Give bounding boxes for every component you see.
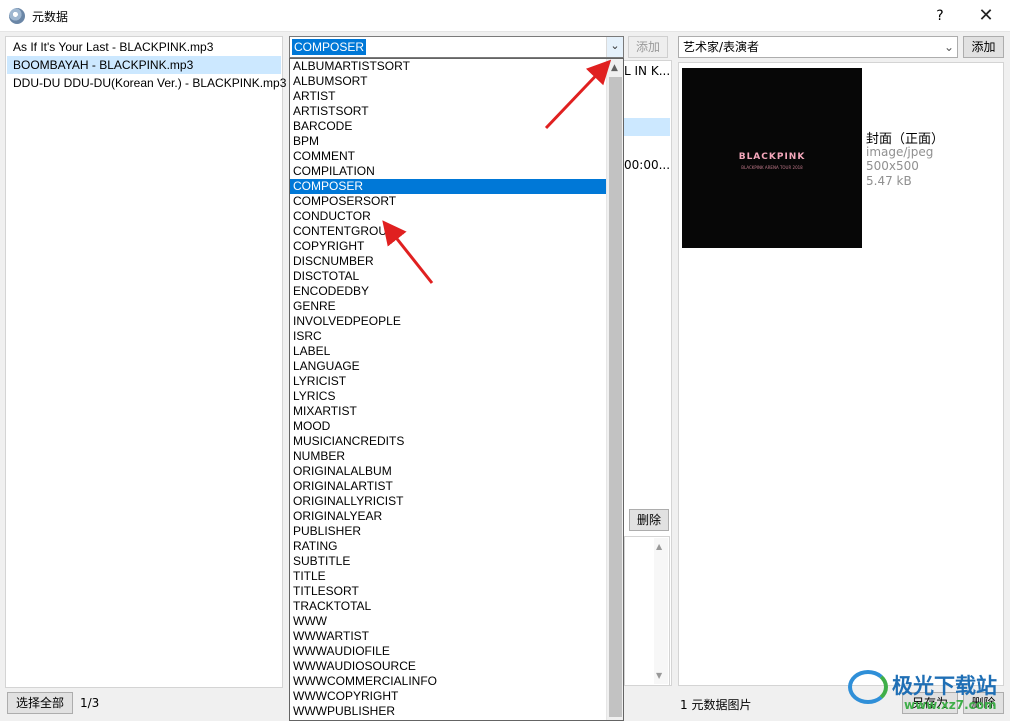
dropdown-option-encodedby[interactable]: ENCODEDBY [290, 284, 607, 299]
dropdown-option-wwwcommercialinfo[interactable]: WWWCOMMERCIALINFO [290, 674, 607, 689]
select-all-button[interactable]: 选择全部 [7, 692, 73, 714]
dropdown-option-disctotal[interactable]: DISCTOTAL [290, 269, 607, 284]
watermark-text: 极光下载站 [892, 674, 997, 698]
dropdown-option-comment[interactable]: COMMENT [290, 149, 607, 164]
scroll-down-icon[interactable]: ▼ [656, 671, 662, 680]
dropdown-option-originalartist[interactable]: ORIGINALARTIST [290, 479, 607, 494]
dropdown-option-compilation[interactable]: COMPILATION [290, 164, 607, 179]
dropdown-option-wwwpublisher[interactable]: WWWPUBLISHER [290, 704, 607, 719]
delete-field-button[interactable]: 删除 [629, 509, 669, 531]
field-row-selected[interactable] [624, 118, 670, 136]
window-title: 元数据 [32, 10, 69, 24]
chevron-down-icon[interactable]: ⌄ [606, 37, 623, 57]
scrollbar-thumb[interactable] [609, 77, 622, 717]
title-bar: 元数据 ? ✕ [0, 0, 1010, 32]
dropdown-option-titlesort[interactable]: TITLESORT [290, 584, 607, 599]
dropdown-option-wwwcopyright[interactable]: WWWCOPYRIGHT [290, 689, 607, 704]
dropdown-option-bpm[interactable]: BPM [290, 134, 607, 149]
dropdown-option-albumartistsort[interactable]: ALBUMARTISTSORT [290, 59, 607, 74]
add-picture-button[interactable]: 添加 [963, 36, 1004, 58]
chevron-down-icon[interactable]: ⌄ [944, 37, 954, 57]
dropdown-option-barcode[interactable]: BARCODE [290, 119, 607, 134]
dropdown-option-lyrics[interactable]: LYRICS [290, 389, 607, 404]
dropdown-option-albumsort[interactable]: ALBUMSORT [290, 74, 607, 89]
dropdown-option-originalyear[interactable]: ORIGINALYEAR [290, 509, 607, 524]
dropdown-option-composersort[interactable]: COMPOSERSORT [290, 194, 607, 209]
picture-dimensions: 500x500 [866, 159, 919, 173]
watermark: 极光下载站 www.xz7.com [848, 668, 1008, 718]
dropdown-option-title[interactable]: TITLE [290, 569, 607, 584]
dropdown-option-contentgroup[interactable]: CONTENTGROUP [290, 224, 607, 239]
dropdown-option-conductor[interactable]: CONDUCTOR [290, 209, 607, 224]
dropdown-option-language[interactable]: LANGUAGE [290, 359, 607, 374]
dropdown-option-originalalbum[interactable]: ORIGINALALBUM [290, 464, 607, 479]
file-list[interactable]: As If It's Your Last - BLACKPINK.mp3 BOO… [5, 36, 286, 688]
file-item[interactable]: As If It's Your Last - BLACKPINK.mp3 [7, 38, 281, 56]
dropdown-option-wwwaudiosource[interactable]: WWWAUDIOSOURCE [290, 659, 607, 674]
dropdown-option-www[interactable]: WWW [290, 614, 607, 629]
dropdown-option-wwwaudiofile[interactable]: WWWAUDIOFILE [290, 644, 607, 659]
cover-brand-text: BLACKPINK [738, 152, 806, 162]
file-item-selected[interactable]: BOOMBAYAH - BLACKPINK.mp3 [7, 56, 281, 74]
dropdown-option-mixartist[interactable]: MIXARTIST [290, 404, 607, 419]
help-button[interactable]: ? [928, 4, 952, 28]
dropdown-option-copyright[interactable]: COPYRIGHT [290, 239, 607, 254]
picture-size: 5.47 kB [866, 174, 912, 188]
scroll-up-icon[interactable]: ▲ [611, 63, 618, 73]
add-field-button[interactable]: 添加 [628, 36, 668, 58]
dropdown-option-lyricist[interactable]: LYRICIST [290, 374, 607, 389]
picture-count: 1 元数据图片 [680, 698, 752, 712]
field-value-text: L IN K... [624, 64, 670, 78]
field-name-select[interactable]: COMPOSER ⌄ [289, 36, 624, 58]
field-name-value: COMPOSER [292, 39, 367, 55]
dropdown-option-discnumber[interactable]: DISCNUMBER [290, 254, 607, 269]
picture-role-select[interactable]: 艺术家/表演者 ⌄ [678, 36, 958, 58]
dropdown-option-artistsort[interactable]: ARTISTSORT [290, 104, 607, 119]
dropdown-option-genre[interactable]: GENRE [290, 299, 607, 314]
dropdown-option-tracktotal[interactable]: TRACKTOTAL [290, 599, 607, 614]
dropdown-option-mood[interactable]: MOOD [290, 419, 607, 434]
file-count: 1/3 [80, 696, 100, 710]
dropdown-option-subtitle[interactable]: SUBTITLE [290, 554, 607, 569]
picture-mime: image/jpeg [866, 145, 934, 159]
dropdown-option-originallyricist[interactable]: ORIGINALLYRICIST [290, 494, 607, 509]
scroll-up-icon[interactable]: ▲ [656, 542, 662, 551]
dropdown-option-composer[interactable]: COMPOSER [290, 179, 607, 194]
dropdown-option-involvedpeople[interactable]: INVOLVEDPEOPLE [290, 314, 607, 329]
dropdown-scrollbar[interactable]: ▲ [606, 59, 623, 720]
dropdown-option-number[interactable]: NUMBER [290, 449, 607, 464]
dropdown-option-isrc[interactable]: ISRC [290, 329, 607, 344]
field-name-dropdown[interactable]: ALBUMARTISTSORT ALBUMSORT ARTIST ARTISTSORT… [289, 58, 624, 721]
cover-subtext: BLACKPINK ARENA TOUR 2018 [741, 165, 803, 170]
picture-role-value: 艺术家/表演者 [683, 40, 760, 54]
dropdown-option-artist[interactable]: ARTIST [290, 89, 607, 104]
watermark-logo-icon [848, 670, 888, 704]
watermark-url: www.xz7.com [904, 698, 997, 712]
dropdown-option-wwwartist[interactable]: WWWARTIST [290, 629, 607, 644]
dropdown-option-musiciancredits[interactable]: MUSICIANCREDITS [290, 434, 607, 449]
dropdown-option-publisher[interactable]: PUBLISHER [290, 524, 607, 539]
dropdown-option-rating[interactable]: RATING [290, 539, 607, 554]
cover-image[interactable]: BLACKPINK BLACKPINK ARENA TOUR 2018 [682, 68, 862, 248]
app-icon [9, 8, 25, 24]
field-value-text: 00:00.... [624, 158, 670, 172]
editor-scrollbar[interactable]: ▲ ▼ [654, 538, 668, 684]
dropdown-option-label[interactable]: LABEL [290, 344, 607, 359]
field-value-editor[interactable]: ▲ ▼ [624, 536, 670, 686]
dropdown-options: ALBUMARTISTSORT ALBUMSORT ARTIST ARTISTSORT… [290, 59, 607, 719]
close-button[interactable]: ✕ [964, 2, 1008, 30]
file-item[interactable]: DDU-DU DDU-DU(Korean Ver.) - BLACKPINK.m… [7, 74, 286, 92]
